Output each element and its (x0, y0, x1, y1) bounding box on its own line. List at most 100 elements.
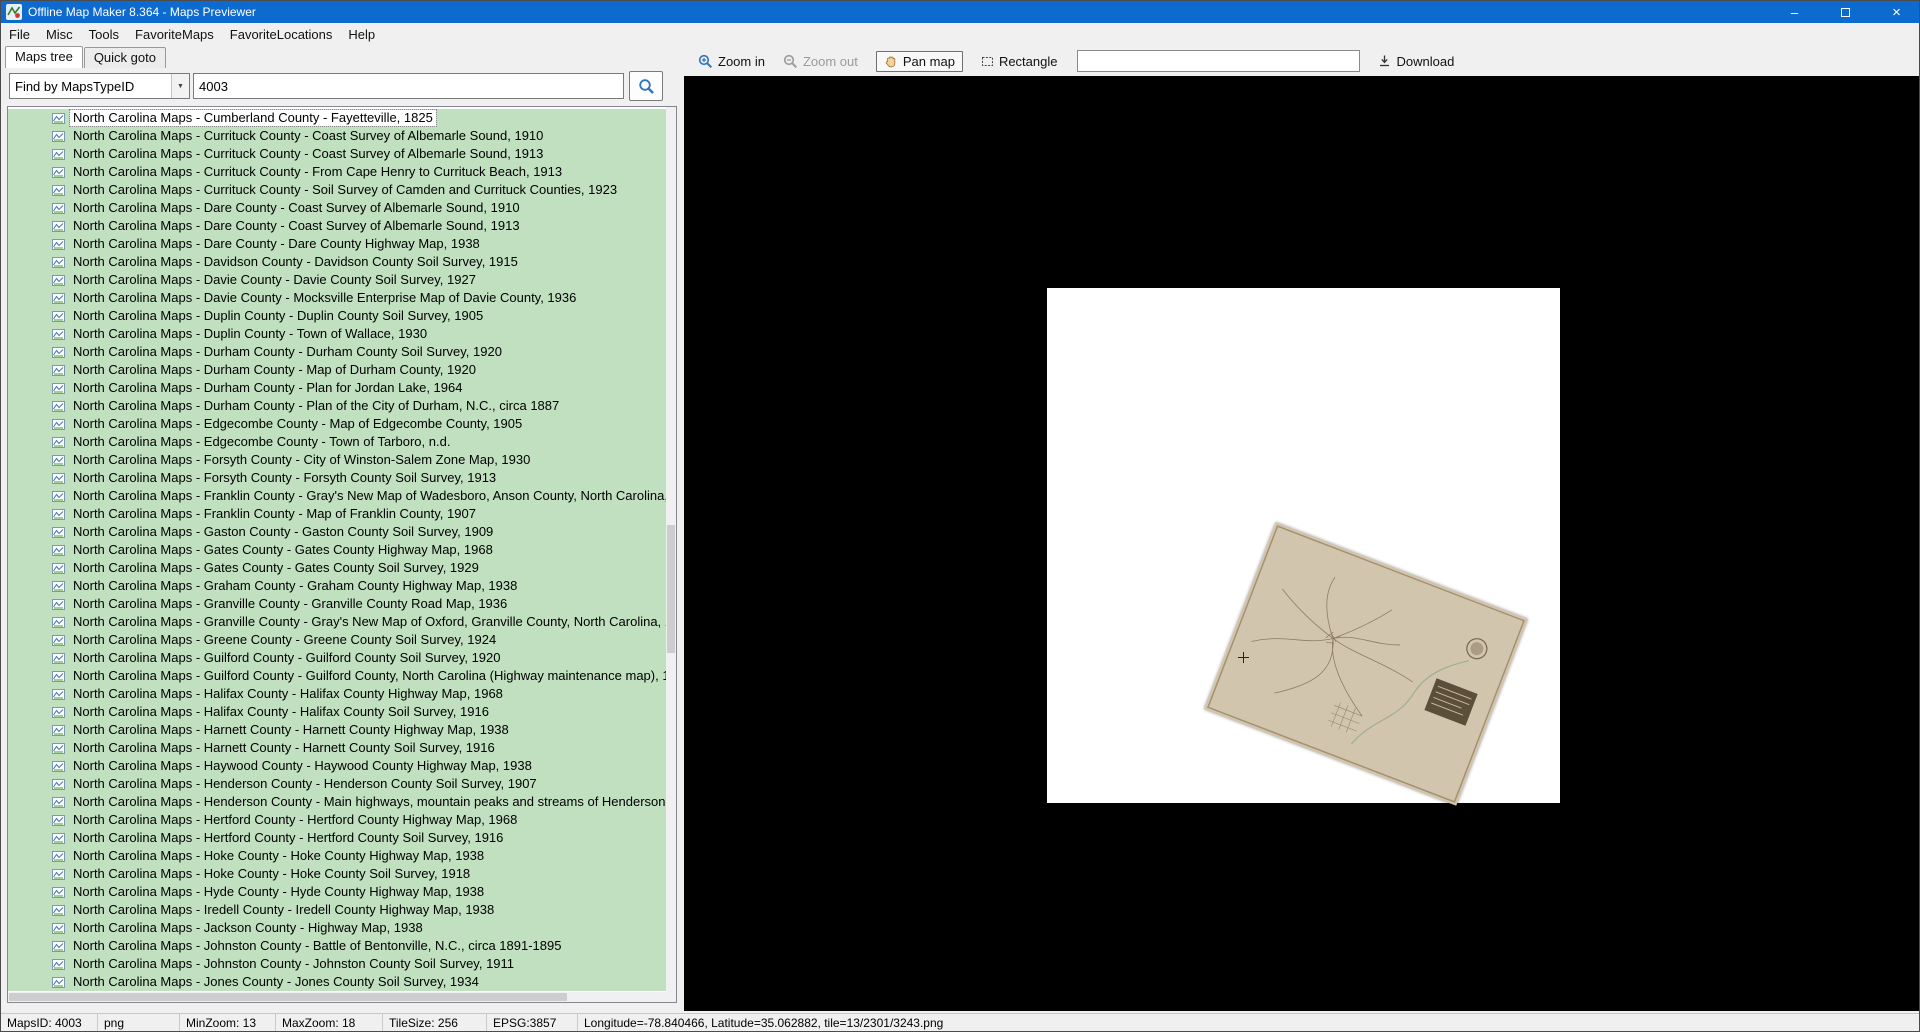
status-epsg: EPSG:3857 (487, 1014, 578, 1031)
tree-item[interactable]: North Carolina Maps - Gates County - Gat… (8, 541, 666, 559)
tree-item[interactable]: North Carolina Maps - Haywood County - H… (8, 757, 666, 775)
minimize-button[interactable]: – (1772, 1, 1817, 23)
tree-item[interactable]: North Carolina Maps - Hoke County - Hoke… (8, 865, 666, 883)
tree-item[interactable]: North Carolina Maps - Gates County - Gat… (8, 559, 666, 577)
tree-item[interactable]: North Carolina Maps - Currituck County -… (8, 181, 666, 199)
tree-item-label: North Carolina Maps - Dare County - Coas… (70, 218, 523, 234)
tree-item[interactable]: North Carolina Maps - Forsyth County - F… (8, 469, 666, 487)
tree-item[interactable]: North Carolina Maps - Franklin County - … (8, 487, 666, 505)
tree-item[interactable]: North Carolina Maps - Iredell County - I… (8, 901, 666, 919)
tree-item[interactable]: North Carolina Maps - Currituck County -… (8, 163, 666, 181)
tree-item-label: North Carolina Maps - Johnston County - … (70, 938, 564, 954)
tree-item[interactable]: North Carolina Maps - Guilford County - … (8, 649, 666, 667)
download-button[interactable]: Download (1378, 54, 1454, 69)
tree-item[interactable]: North Carolina Maps - Granville County -… (8, 595, 666, 613)
tree-item[interactable]: North Carolina Maps - Jones County - Jon… (8, 973, 666, 991)
tree-item[interactable]: North Carolina Maps - Greene County - Gr… (8, 631, 666, 649)
tree-item[interactable]: North Carolina Maps - Dare County - Dare… (8, 235, 666, 253)
tree-item[interactable]: North Carolina Maps - Johnston County - … (8, 937, 666, 955)
tree-item[interactable]: North Carolina Maps - Harnett County - H… (8, 721, 666, 739)
tree-item[interactable]: North Carolina Maps - Duplin County - Du… (8, 307, 666, 325)
map-item-icon (52, 904, 65, 917)
zoom-out-button[interactable]: Zoom out (783, 54, 858, 69)
app-window: Offline Map Maker 8.364 - Maps Previewer… (0, 0, 1920, 1032)
tree-item-label: North Carolina Maps - Davidson County - … (70, 254, 521, 270)
tree-item[interactable]: North Carolina Maps - Currituck County -… (8, 127, 666, 145)
tree-item[interactable]: North Carolina Maps - Currituck County -… (8, 145, 666, 163)
close-icon: × (1892, 4, 1901, 21)
tree-item[interactable]: North Carolina Maps - Davie County - Dav… (8, 271, 666, 289)
zoom-in-label: Zoom in (718, 54, 765, 69)
map-toolbar: Zoom in Zoom out Pan map (684, 46, 1919, 76)
maximize-button[interactable] (1823, 1, 1868, 23)
tab-quick-goto[interactable]: Quick goto (84, 47, 166, 68)
tree-item[interactable]: North Carolina Maps - Davidson County - … (8, 253, 666, 271)
tree-item[interactable]: North Carolina Maps - Graham County - Gr… (8, 577, 666, 595)
find-by-dropdown[interactable]: Find by MapsTypeID ▼ (9, 73, 190, 99)
tree-item[interactable]: North Carolina Maps - Cumberland County … (8, 109, 666, 127)
rectangle-select-button[interactable]: Rectangle (981, 54, 1058, 69)
search-input[interactable] (193, 73, 624, 99)
tree-item[interactable]: North Carolina Maps - Hertford County - … (8, 811, 666, 829)
tree-item-label: North Carolina Maps - Gates County - Gat… (70, 560, 482, 576)
status-format: png (98, 1014, 180, 1031)
menu-favoritelocations[interactable]: FavoriteLocations (222, 23, 341, 46)
map-item-icon (52, 724, 65, 737)
tree-item[interactable]: North Carolina Maps - Halifax County - H… (8, 703, 666, 721)
tree-item[interactable]: North Carolina Maps - Edgecombe County -… (8, 415, 666, 433)
tree-item-label: North Carolina Maps - Duplin County - To… (70, 326, 430, 342)
tree-item[interactable]: North Carolina Maps - Hertford County - … (8, 829, 666, 847)
pan-map-toggle[interactable]: Pan map (876, 51, 963, 72)
tree-horizontal-scrollbar[interactable] (8, 992, 666, 1002)
tree-item[interactable]: North Carolina Maps - Guilford County - … (8, 667, 666, 685)
tree-item[interactable]: North Carolina Maps - Durham County - Pl… (8, 397, 666, 415)
menu-tools[interactable]: Tools (81, 23, 127, 46)
tree-item[interactable]: North Carolina Maps - Granville County -… (8, 613, 666, 631)
chevron-down-icon[interactable]: ▼ (171, 74, 189, 98)
maps-tree-panel: North Carolina Maps - Cumberland County … (7, 106, 677, 1003)
tree-item[interactable]: North Carolina Maps - Durham County - Pl… (8, 379, 666, 397)
close-button[interactable]: × (1874, 1, 1919, 23)
tree-item-label: North Carolina Maps - Cumberland County … (70, 110, 436, 126)
tree-item[interactable]: North Carolina Maps - Henderson County -… (8, 775, 666, 793)
tree-item[interactable]: North Carolina Maps - Johnston County - … (8, 955, 666, 973)
crosshair-marker (1238, 652, 1249, 663)
tree-item-label: North Carolina Maps - Forsyth County - F… (70, 470, 499, 486)
tree-item-label: North Carolina Maps - Durham County - Pl… (70, 380, 465, 396)
tree-item[interactable]: North Carolina Maps - Hoke County - Hoke… (8, 847, 666, 865)
menu-misc[interactable]: Misc (38, 23, 81, 46)
tree-item-label: North Carolina Maps - Durham County - Du… (70, 344, 505, 360)
tree-item[interactable]: North Carolina Maps - Gaston County - Ga… (8, 523, 666, 541)
tree-item-label: North Carolina Maps - Jones County - Jon… (70, 974, 482, 990)
tree-item[interactable]: North Carolina Maps - Edgecombe County -… (8, 433, 666, 451)
tree-item[interactable]: North Carolina Maps - Halifax County - H… (8, 685, 666, 703)
tree-item[interactable]: North Carolina Maps - Davie County - Moc… (8, 289, 666, 307)
tree-item[interactable]: North Carolina Maps - Hyde County - Hyde… (8, 883, 666, 901)
tree-item[interactable]: North Carolina Maps - Jackson County - H… (8, 919, 666, 937)
menu-favoritemaps[interactable]: FavoriteMaps (127, 23, 222, 46)
menu-file[interactable]: File (1, 23, 38, 46)
map-item-icon (52, 922, 65, 935)
tree-item[interactable]: North Carolina Maps - Durham County - Ma… (8, 361, 666, 379)
tab-maps-tree[interactable]: Maps tree (5, 46, 83, 68)
tree-item[interactable]: North Carolina Maps - Franklin County - … (8, 505, 666, 523)
horizontal-scrollbar-thumb[interactable] (9, 993, 567, 1001)
tree-item[interactable]: North Carolina Maps - Henderson County -… (8, 793, 666, 811)
tree-item[interactable]: North Carolina Maps - Duplin County - To… (8, 325, 666, 343)
tree-item-label: North Carolina Maps - Hoke County - Hoke… (70, 848, 487, 864)
tree-item[interactable]: North Carolina Maps - Forsyth County - C… (8, 451, 666, 469)
menu-help[interactable]: Help (340, 23, 383, 46)
tree-item[interactable]: North Carolina Maps - Dare County - Coas… (8, 199, 666, 217)
map-item-icon (52, 166, 65, 179)
tree-item-label: North Carolina Maps - Durham County - Pl… (70, 398, 562, 414)
search-button[interactable] (629, 71, 663, 101)
map-canvas[interactable] (684, 76, 1919, 1011)
tree-vertical-scrollbar[interactable] (666, 107, 676, 992)
tree-item[interactable]: North Carolina Maps - Harnett County - H… (8, 739, 666, 757)
tree-item[interactable]: North Carolina Maps - Durham County - Du… (8, 343, 666, 361)
menubar: File Misc Tools FavoriteMaps FavoriteLoc… (1, 23, 1919, 46)
vertical-scrollbar-thumb[interactable] (667, 525, 675, 653)
zoom-in-button[interactable]: Zoom in (698, 54, 765, 69)
tree-item[interactable]: North Carolina Maps - Dare County - Coas… (8, 217, 666, 235)
toolbar-text-field[interactable] (1077, 50, 1360, 72)
